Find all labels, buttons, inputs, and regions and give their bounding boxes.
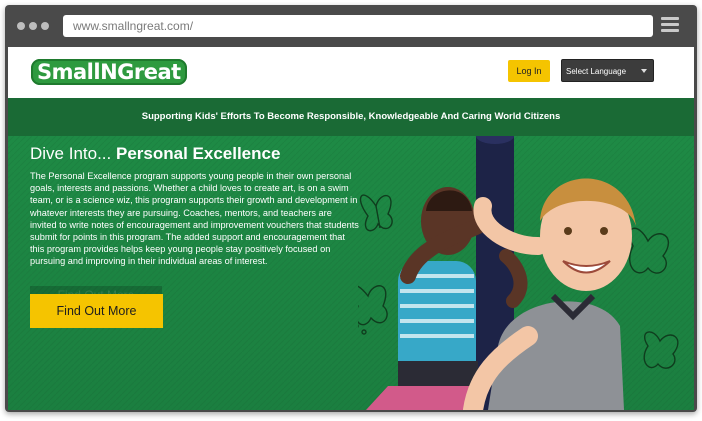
find-out-more-button[interactable]: Find Out More	[30, 294, 163, 328]
window-dot-icon	[41, 22, 49, 30]
language-select-value: Select Language	[566, 67, 627, 76]
site-header: SmallNGreat Log In Select Language	[8, 47, 694, 98]
hero-title: Dive Into... Personal Excellence	[30, 144, 280, 164]
butterfly-icon	[629, 227, 670, 274]
butterfly-icon	[359, 194, 393, 232]
site-logo[interactable]: SmallNGreat	[31, 59, 187, 85]
tagline-bar: Supporting Kids' Efforts To Become Respo…	[8, 98, 694, 136]
browser-window: www.smallngreat.com/ SmallNGreat Log In …	[5, 5, 697, 412]
address-bar[interactable]: www.smallngreat.com/	[63, 15, 653, 37]
hero-description: The Personal Excellence program supports…	[30, 171, 359, 267]
login-button[interactable]: Log In	[508, 60, 550, 82]
hero-title-emphasis: Personal Excellence	[116, 144, 281, 163]
browser-chrome: www.smallngreat.com/	[5, 5, 697, 47]
caret-down-icon	[641, 69, 647, 73]
window-dot-icon	[17, 22, 25, 30]
tagline: Supporting Kids' Efforts To Become Respo…	[141, 111, 561, 122]
hero-section: Dive Into... Personal Excellence The Per…	[8, 136, 694, 410]
hero-title-prefix: Dive Into...	[30, 144, 112, 163]
page-viewport: SmallNGreat Log In Select Language Suppo…	[8, 47, 694, 410]
hamburger-menu-icon[interactable]	[661, 17, 679, 33]
language-select[interactable]: Select Language	[561, 59, 654, 82]
butterfly-icon	[358, 285, 388, 335]
hero-kids-photo	[358, 136, 679, 410]
window-dot-icon	[29, 22, 37, 30]
butterfly-icon	[643, 331, 679, 369]
